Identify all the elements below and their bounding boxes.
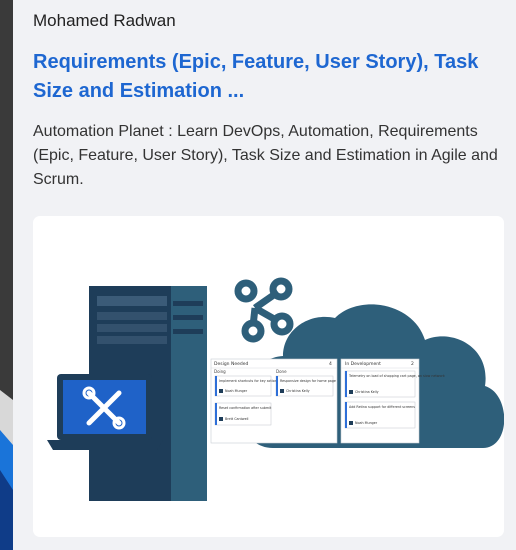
board-col-done: Done [276, 369, 287, 374]
board-card-4-person: Christina Kelly [355, 390, 379, 394]
board-card-3-text: Responsive design for home page [280, 379, 336, 383]
board-card-1-text: Implement shortcuts for key actions ... [219, 379, 283, 383]
board-panel-left-header: Design Needed [214, 361, 248, 367]
kanban-board: Design Needed 4 Doing Done Implement sho… [210, 358, 445, 444]
board-panel-right-header: In Development [345, 361, 381, 367]
post-card[interactable]: Mohamed Radwan Requirements (Epic, Featu… [13, 0, 516, 550]
board-panel-left-count: 4 [329, 361, 332, 367]
board-card-1-person: Noah Munger [225, 389, 248, 393]
board-col-doing: Doing [214, 369, 226, 374]
board-card-2-person: Brett Cantwell [225, 417, 249, 421]
share-network-icon [234, 277, 294, 343]
author-name: Mohamed Radwan [33, 11, 176, 30]
board-card-5-text: Add Retina support for different screens [349, 405, 415, 409]
post-thumbnail[interactable]: Design Needed 4 Doing Done Implement sho… [33, 216, 504, 537]
board-card-5-person: Noah Munger [355, 421, 378, 425]
board-card-2-text: Reset confirmation after submit [219, 406, 272, 410]
post-title-link[interactable]: Requirements (Epic, Feature, User Story)… [33, 48, 503, 106]
board-card-3-person: Christina Kelly [286, 389, 310, 393]
post-description: Automation Planet : Learn DevOps, Automa… [33, 123, 498, 188]
board-panel-right-count: 2 [411, 361, 414, 367]
devops-illustration: Design Needed 4 Doing Done Implement sho… [47, 277, 504, 501]
board-card-4-text: Telemetry on load of shopping cart page,… [348, 374, 445, 378]
laptop-icon [47, 374, 163, 450]
